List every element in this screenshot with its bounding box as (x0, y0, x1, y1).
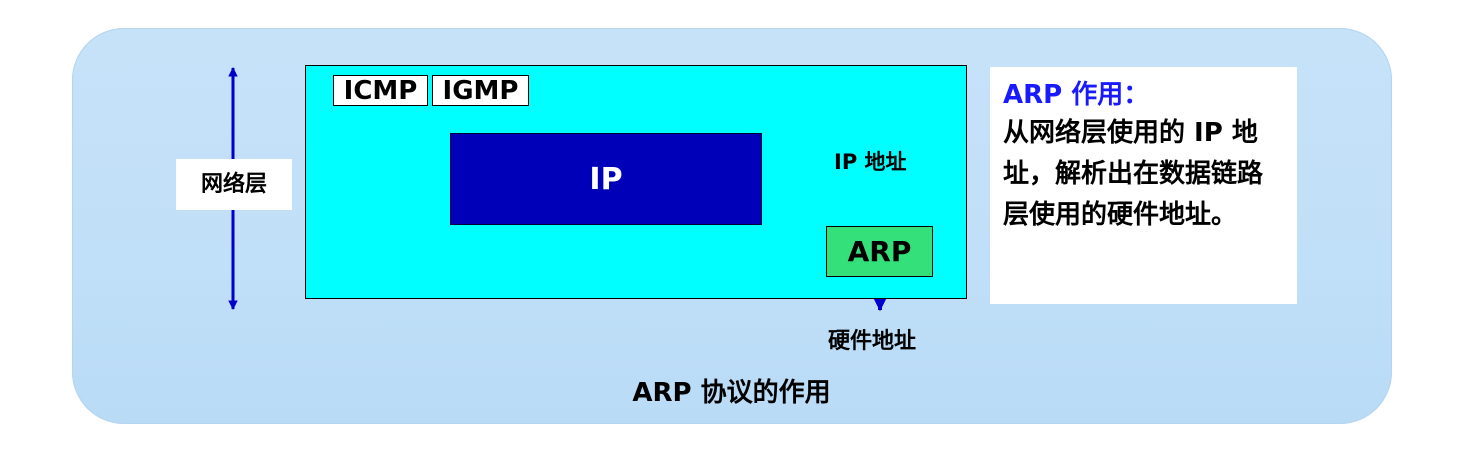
ip-box: IP (450, 133, 762, 225)
icmp-tag: ICMP (333, 75, 428, 106)
arp-description-text: 从网络层使用的 IP 地址，解析出在数据链路层使用的硬件地址。 (1003, 118, 1264, 230)
igmp-tag: IGMP (432, 75, 529, 106)
network-layer-label: 网络层 (176, 159, 292, 210)
arp-description-box: ARP 作用： 从网络层使用的 IP 地址，解析出在数据链路层使用的硬件地址。 (990, 67, 1297, 304)
hardware-address-label: 硬件地址 (828, 329, 917, 354)
arp-box: ARP (826, 226, 933, 277)
ip-address-label: IP 地址 (834, 150, 907, 174)
arp-description-title: ARP 作用： (1003, 80, 1150, 110)
figure-caption: ARP 协议的作用 (632, 378, 831, 408)
